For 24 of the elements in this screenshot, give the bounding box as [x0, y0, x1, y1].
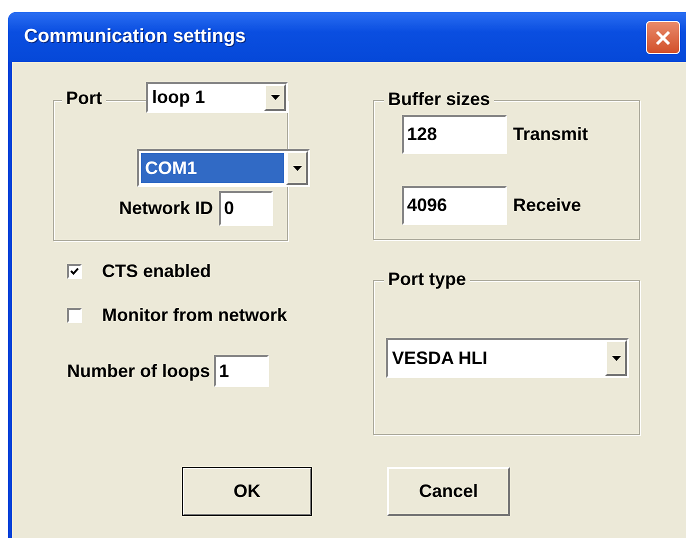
checkbox[interactable] [67, 264, 82, 278]
buffer-size-label: Transmit [513, 124, 588, 145]
caret-icon [270, 95, 280, 100]
close-icon [655, 30, 671, 46]
network-id-field[interactable]: 0 [219, 191, 274, 226]
com-port-dropdown[interactable]: COM1 [137, 149, 310, 187]
buffer-size-field[interactable]: 4096 [402, 186, 507, 225]
close-button[interactable] [646, 21, 680, 54]
caret-icon [292, 166, 302, 170]
loops-label: Number of loops [67, 360, 210, 382]
ok-button[interactable]: OK [182, 467, 312, 516]
check-icon [70, 266, 79, 276]
buffer-size-label: Receive [513, 195, 582, 216]
window-title: Communication settings [24, 26, 246, 48]
loop-dropdown[interactable]: loop 1 [146, 82, 288, 113]
cancel-button[interactable]: Cancel [387, 467, 510, 516]
buffer-size-field[interactable]: 128 [402, 115, 507, 154]
checkbox[interactable] [67, 308, 82, 322]
loops-field[interactable]: 1 [214, 355, 269, 387]
checkbox-label: CTS enabled [102, 260, 212, 282]
network-id-label: Network ID [119, 198, 214, 219]
caret-icon [612, 356, 620, 360]
checkbox-label: Monitor from network [102, 304, 287, 326]
port-type-dropdown[interactable]: VESDA HLI [386, 338, 629, 378]
